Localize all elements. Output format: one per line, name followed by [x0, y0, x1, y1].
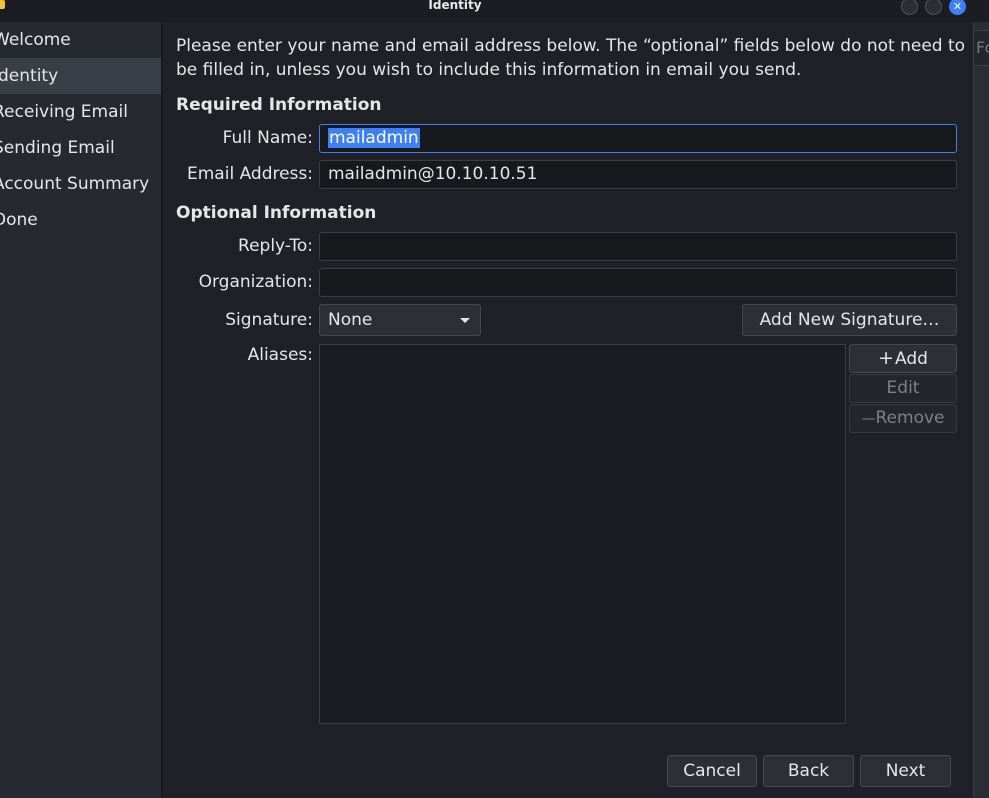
maximize-button[interactable] [925, 0, 942, 15]
sidebar-item-welcome[interactable]: Welcome [0, 22, 161, 58]
close-button[interactable]: ✕ [949, 0, 966, 15]
title-bar: Identity ✕ [0, 0, 989, 15]
minimize-button[interactable] [901, 0, 918, 15]
signature-dropdown[interactable]: None [319, 304, 481, 336]
sidebar-item-sending-email[interactable]: Sending Email [0, 130, 161, 166]
minus-icon: — [861, 411, 876, 427]
background-window-field: Fo [973, 30, 989, 66]
reply-to-field[interactable] [319, 232, 957, 261]
next-button[interactable]: Next [860, 755, 951, 787]
back-button[interactable]: Back [763, 755, 854, 787]
aliases-label: Aliases: [247, 345, 313, 365]
window-title: Identity [428, 0, 482, 12]
required-heading: Required Information [176, 95, 382, 115]
signature-label: Signature: [225, 310, 313, 330]
chevron-down-icon [460, 318, 470, 323]
aliases-list[interactable] [319, 344, 846, 724]
full-name-field[interactable]: mailadmin [319, 124, 957, 153]
reply-to-label: Reply-To: [238, 236, 313, 256]
signature-selected: None [328, 310, 373, 330]
plus-icon: + [878, 347, 894, 369]
email-label: Email Address: [187, 164, 313, 184]
remove-alias-button[interactable]: —Remove [849, 404, 957, 433]
intro-text: Please enter your name and email address… [176, 36, 966, 80]
full-name-label: Full Name: [222, 128, 313, 148]
email-field[interactable]: mailadmin@10.10.10.51 [319, 160, 957, 189]
optional-heading: Optional Information [176, 203, 377, 223]
edit-alias-button[interactable]: Edit [849, 374, 957, 403]
close-icon: ✕ [952, 0, 963, 13]
cancel-button[interactable]: Cancel [667, 755, 757, 787]
background-window-edge [973, 22, 989, 798]
add-new-signature-button[interactable]: Add New Signature… [742, 304, 957, 336]
organization-field[interactable] [319, 268, 957, 297]
full-name-value: mailadmin [328, 128, 420, 148]
organization-label: Organization: [198, 272, 313, 292]
add-alias-button[interactable]: +Add [849, 344, 957, 373]
sidebar-item-done[interactable]: Done [0, 202, 161, 238]
sidebar-item-identity[interactable]: Identity [0, 58, 161, 94]
sidebar-item-account-summary[interactable]: Account Summary [0, 166, 161, 202]
wizard-sidebar: Welcome Identity Receiving Email Sending… [0, 22, 162, 798]
sidebar-item-receiving-email[interactable]: Receiving Email [0, 94, 161, 130]
remove-alias-label: Remove [875, 408, 945, 428]
add-alias-label: Add [895, 349, 928, 369]
